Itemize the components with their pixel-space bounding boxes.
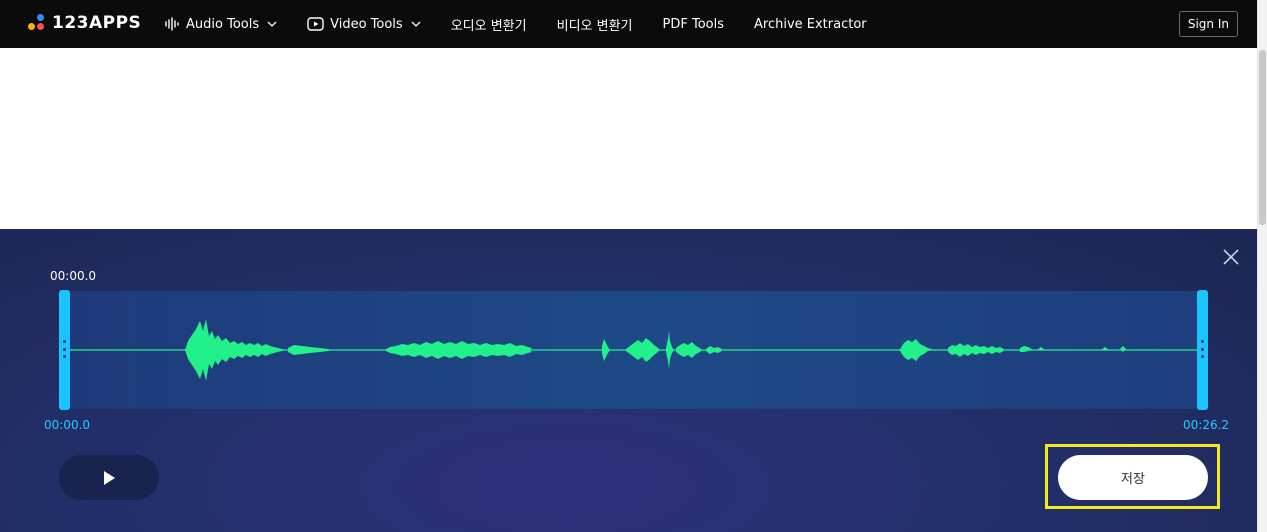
nav-item-label: PDF Tools: [662, 16, 724, 32]
play-icon: [104, 470, 115, 485]
nav-item-label: Video Tools: [330, 16, 403, 32]
nav-item-video-tools[interactable]: Video Tools: [307, 17, 421, 32]
chevron-down-icon: [411, 19, 421, 30]
logo-dots-icon: [28, 14, 46, 32]
trim-handle-end[interactable]: [1197, 290, 1208, 410]
page-scrollbar[interactable]: [1257, 0, 1267, 532]
save-button[interactable]: 저장: [1058, 455, 1208, 500]
nav-item-label: 오디오 변환기: [450, 18, 527, 34]
logo-text: 123APPS: [52, 13, 142, 33]
scrollbar-thumb[interactable]: [1259, 50, 1266, 225]
nav-item-label: 비디오 변환기: [556, 18, 633, 34]
nav-item-video-converter[interactable]: 비디오 변환기: [557, 15, 633, 34]
nav-item-archive-extractor[interactable]: Archive Extractor: [754, 17, 867, 32]
nav-item-label: Audio Tools: [186, 16, 260, 32]
start-time-label: 00:00.0: [44, 418, 91, 432]
cursor-time-label: 00:00.0: [50, 269, 97, 283]
nav-item-audio-tools[interactable]: Audio Tools: [164, 17, 277, 32]
play-square-icon: [307, 17, 324, 31]
audio-editor-panel: 00:00.0 00:00.0 00:26.2 저장: [0, 229, 1257, 532]
end-time-label: 00:26.2: [1183, 418, 1230, 432]
waveform-icon: [164, 17, 180, 31]
close-icon[interactable]: [1221, 247, 1241, 267]
play-button[interactable]: [59, 455, 159, 500]
chevron-down-icon: [267, 19, 277, 30]
waveform-track[interactable]: [70, 291, 1198, 409]
nav-item-audio-converter[interactable]: 오디오 변환기: [451, 15, 527, 34]
waveform-graphic: [70, 319, 1198, 381]
nav-item-pdf-tools[interactable]: PDF Tools: [663, 17, 724, 32]
grip-icon: [63, 340, 66, 358]
nav-menu: Audio Tools Video Tools 오디오 변환기 비디오 변환기: [164, 0, 897, 48]
sign-in-button[interactable]: Sign In: [1178, 11, 1238, 37]
top-navigation: 123APPS Audio Tools Video Tools 오디오 변환기 …: [0, 0, 1257, 48]
grip-icon: [1201, 340, 1204, 358]
trim-handle-start[interactable]: [59, 290, 70, 410]
nav-item-label: Archive Extractor: [754, 16, 867, 32]
logo[interactable]: 123APPS: [28, 13, 141, 33]
